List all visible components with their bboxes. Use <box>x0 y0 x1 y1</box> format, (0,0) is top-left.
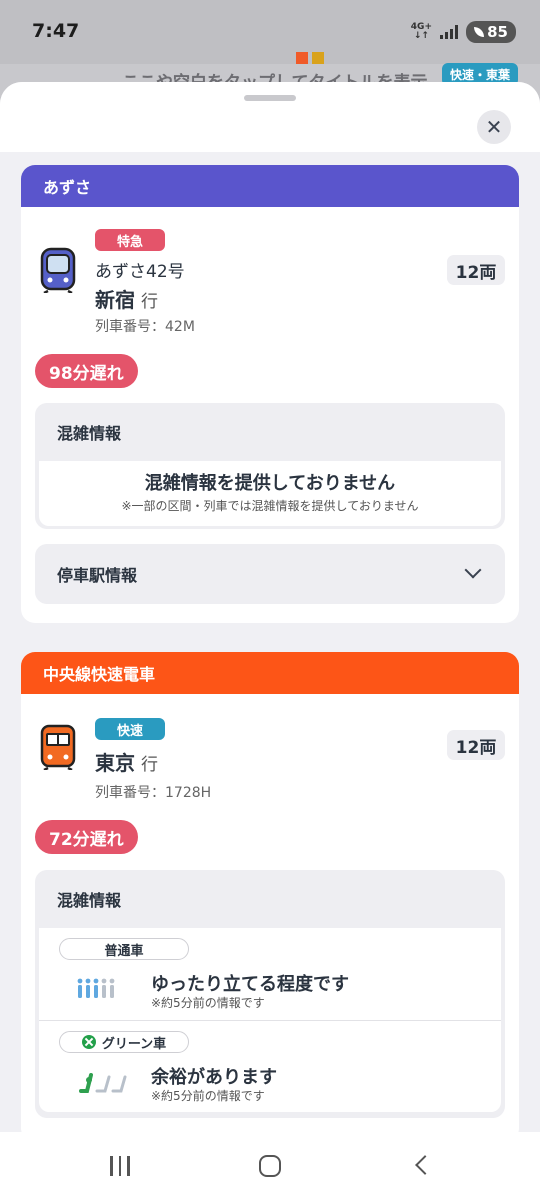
crowding-unavailable: 混雑情報を提供しておりません <box>144 473 396 494</box>
car-count-badge: 12両 <box>447 255 505 285</box>
train-card-azusa[interactable]: あずさ 特急 あずさ42号 新宿行 列車番号：42M 12両 98分遅れ 混雑情… <box>21 165 519 623</box>
network-icon: 4G+ ↓↑ <box>410 22 432 41</box>
status-bar: 7:47 4G+ ↓↑ 85 <box>0 0 540 64</box>
sheet-header: ✕ <box>0 82 540 152</box>
limited-express-train-icon <box>40 247 76 293</box>
destination-suffix: 行 <box>141 755 158 775</box>
crowding-updated: ※約5分前の情報です <box>151 996 265 1010</box>
stop-stations-label: 停車駅情報 <box>57 566 138 585</box>
delay-badge: 72分遅れ <box>35 820 138 854</box>
status-icons: 4G+ ↓↑ 85 <box>411 21 516 43</box>
crowding-content: 普通車 ゆったり立てる程度です ※約5分前の情報です グリーン車 余裕があります… <box>39 928 501 1112</box>
battery-indicator: 85 <box>466 21 516 43</box>
close-button[interactable]: ✕ <box>477 110 511 144</box>
crowding-status: 余裕があります <box>151 1067 277 1088</box>
crowding-panel: 混雑情報 混雑情報を提供しておりません ※一部の区間・列車では混雑情報を提供して… <box>35 403 505 529</box>
destination-name: 東京 <box>95 751 135 775</box>
train-type-badge: 特急 <box>95 229 165 251</box>
destination: 新宿行 <box>95 284 158 313</box>
signal-icon <box>440 25 458 39</box>
crowding-note: ※一部の区間・列車では混雑情報を提供しておりません <box>121 499 419 513</box>
leaf-icon <box>474 27 485 37</box>
close-icon: ✕ <box>485 115 503 139</box>
crowding-status: ゆったり立てる程度です <box>151 974 349 995</box>
system-navigation-bar <box>0 1132 540 1200</box>
home-button[interactable] <box>259 1155 281 1177</box>
app-logo-icon <box>296 52 324 64</box>
crowding-panel: 混雑情報 普通車 ゆったり立てる程度です ※約5分前の情報です グリーン車 余裕… <box>35 870 505 1118</box>
destination-name: 新宿 <box>95 288 135 312</box>
green-seat-icon <box>79 1073 127 1093</box>
crowding-content: 混雑情報を提供しておりません ※一部の区間・列車では混雑情報を提供しておりません <box>39 461 501 526</box>
train-number: 列車番号：42M <box>95 319 195 335</box>
delay-badge: 98分遅れ <box>35 354 138 388</box>
status-time: 7:47 <box>32 20 80 42</box>
chevron-down-icon <box>464 561 482 579</box>
car-class-label: グリーン車 <box>59 1031 189 1053</box>
car-count-badge: 12両 <box>447 730 505 760</box>
line-header: あずさ <box>21 165 519 207</box>
rapid-train-icon <box>40 724 76 770</box>
sheet-drag-handle[interactable] <box>244 95 296 101</box>
green-car-icon <box>81 1035 96 1049</box>
crowding-updated: ※約5分前の情報です <box>151 1089 265 1103</box>
train-name: あずさ42号 <box>95 262 185 282</box>
crowding-row-green: グリーン車 余裕があります ※約5分前の情報です <box>39 1020 501 1112</box>
crowding-row-ordinary: 普通車 ゆったり立てる程度です ※約5分前の情報です <box>39 928 501 1020</box>
back-button[interactable] <box>415 1155 435 1175</box>
stop-stations-toggle[interactable]: 停車駅情報 <box>35 544 505 604</box>
train-type-badge: 快速 <box>95 718 165 740</box>
destination: 東京行 <box>95 747 158 776</box>
crowding-title: 混雑情報 <box>57 891 122 910</box>
standing-people-icon <box>77 978 115 998</box>
destination-suffix: 行 <box>141 292 158 312</box>
train-card-chuo-rapid[interactable]: 中央線快速電車 快速 東京行 列車番号：1728H 12両 72分遅れ 混雑情報… <box>21 652 519 1132</box>
car-class-label: 普通車 <box>59 938 189 960</box>
crowding-title: 混雑情報 <box>57 424 122 443</box>
train-number: 列車番号：1728H <box>95 785 212 801</box>
recent-apps-button[interactable] <box>110 1156 130 1176</box>
line-header: 中央線快速電車 <box>21 652 519 694</box>
train-detail-sheet: ✕ あずさ 特急 あずさ42号 新宿行 列車番号：42M 12両 98分遅れ 混… <box>0 82 540 1132</box>
